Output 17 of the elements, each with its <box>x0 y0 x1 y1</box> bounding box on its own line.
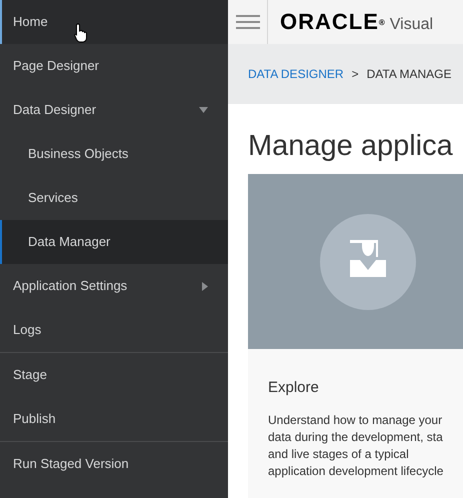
hand-cursor-icon <box>74 23 88 43</box>
product-name: Visual <box>390 17 434 33</box>
caret-down-icon <box>199 107 208 113</box>
card-text-line: Understand how to manage your <box>268 412 444 429</box>
card-title: Explore <box>268 378 320 398</box>
sidebar-item[interactable]: Data Manager <box>0 220 228 264</box>
card-text-line: and live stages of a typical <box>268 446 410 463</box>
caret-right-icon <box>202 282 208 290</box>
page-title: Manage applica <box>247 129 454 164</box>
breadcrumb-separator: > <box>352 66 359 83</box>
logo: ORACLE$^{®}$ <box>280 11 386 33</box>
breadcrumb-current: DATA MANAGE <box>366 66 452 83</box>
graduate-icon <box>320 214 416 310</box>
card-text-line: data during the development, sta <box>268 428 444 446</box>
sidebar-item[interactable]: Home <box>0 0 228 44</box>
card-text-line: application development lifecycle <box>268 462 444 480</box>
breadcrumb-link[interactable]: DATA DESIGNER <box>248 65 344 83</box>
